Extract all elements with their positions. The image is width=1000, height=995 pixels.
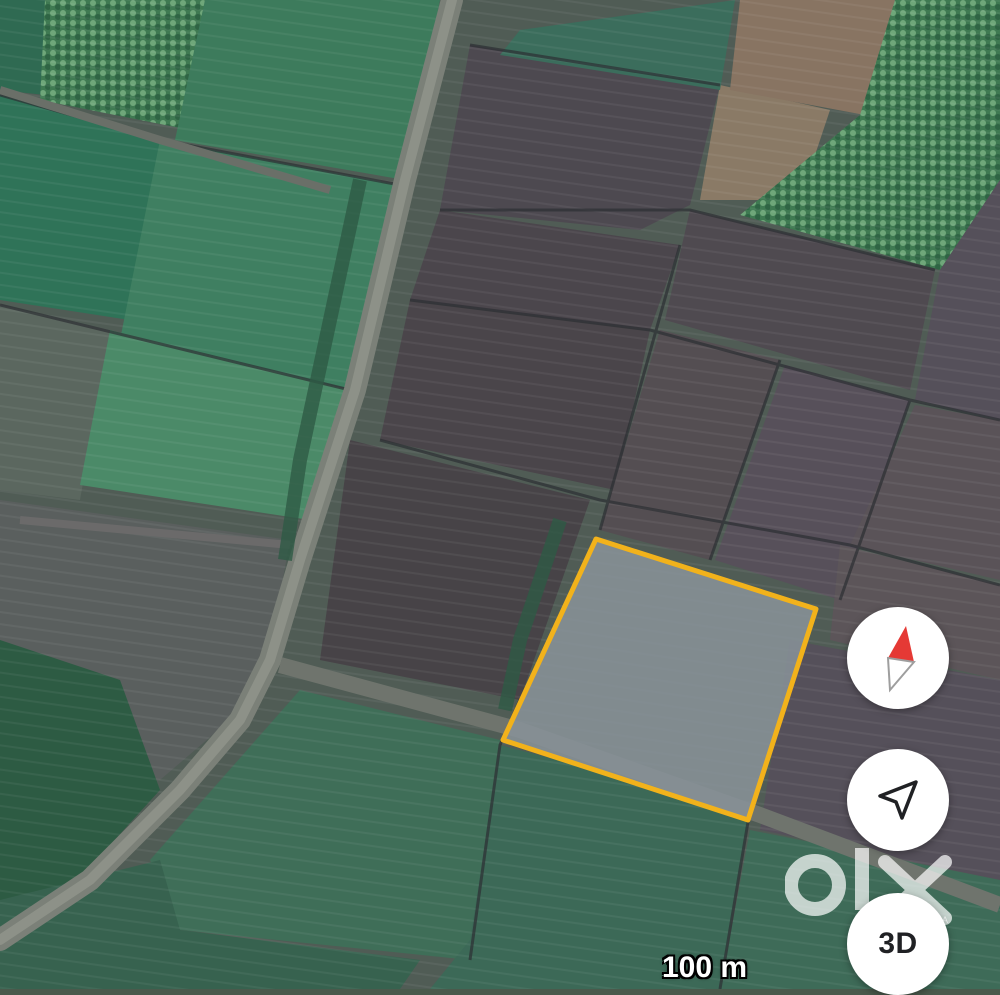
3d-view-button[interactable]: 3D: [847, 893, 949, 995]
compass-icon: [886, 626, 916, 693]
scale-label: 100 m: [662, 951, 748, 984]
navigation-arrow-icon: [878, 780, 918, 820]
compass-button[interactable]: [847, 607, 949, 709]
my-location-button[interactable]: [847, 749, 949, 851]
scale-bar: 100 m: [662, 950, 761, 989]
3d-label: 3D: [878, 927, 918, 960]
